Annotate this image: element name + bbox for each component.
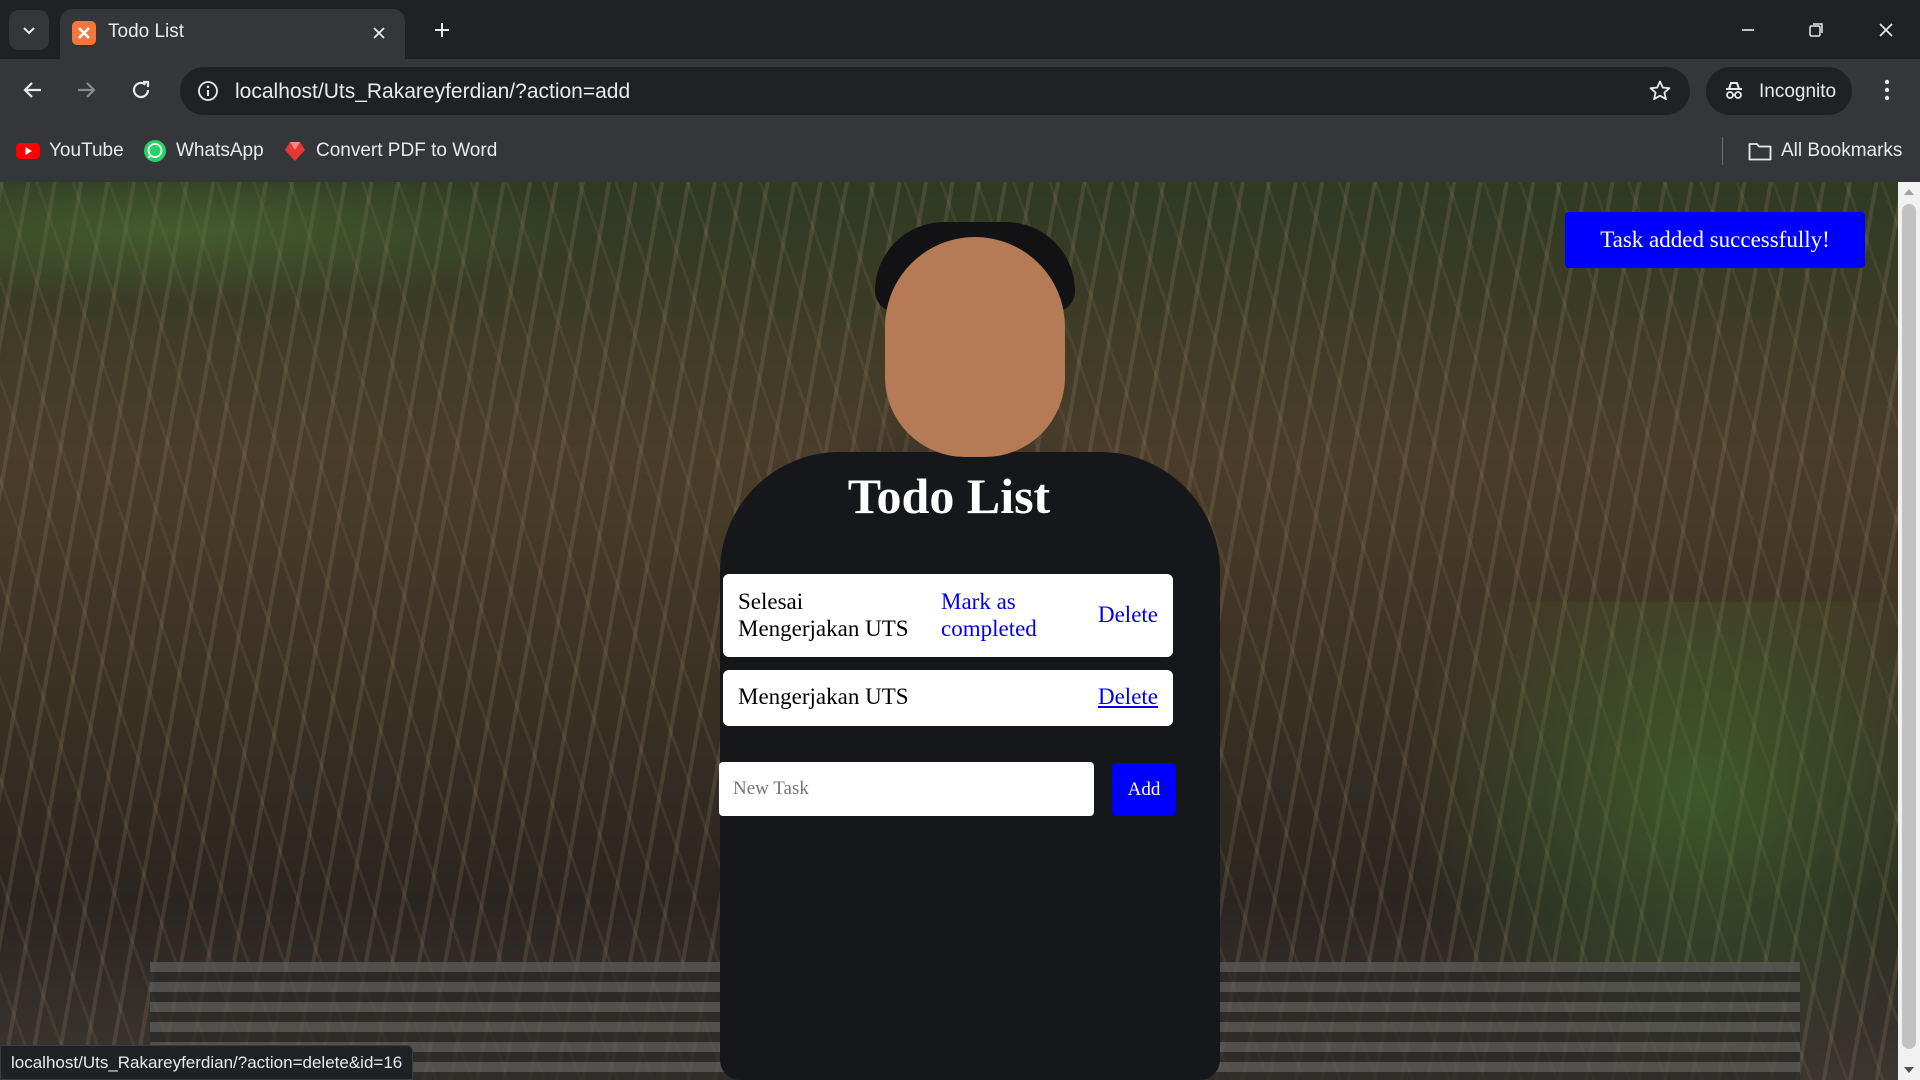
page-title: Todo List <box>847 468 1051 524</box>
browser-menu-button[interactable] <box>1867 69 1907 111</box>
mark-completed-link[interactable]: Mark as completed <box>941 588 1037 642</box>
bookmark-convert-pdf[interactable]: Convert PDF to Word <box>283 137 497 165</box>
close-window-button[interactable] <box>1858 8 1914 52</box>
xampp-icon <box>72 21 96 45</box>
tab-title: Todo List <box>108 21 185 42</box>
task-text-line: Selesai <box>738 589 804 614</box>
scroll-up-icon[interactable] <box>1898 182 1920 202</box>
link-status-bubble: localhost/Uts_Rakareyferdian/?action=del… <box>0 1045 414 1080</box>
restore-button[interactable] <box>1788 8 1844 52</box>
task-text-line: Mengerjakan UTS <box>738 616 909 641</box>
chevron-down-icon <box>23 27 35 35</box>
incognito-indicator[interactable]: Incognito <box>1706 67 1852 115</box>
new-task-input[interactable] <box>719 762 1094 816</box>
task-text: Selesai Mengerjakan UTS <box>738 588 909 642</box>
forward-button[interactable] <box>65 69 107 111</box>
bookmarks-bar: YouTube WhatsApp Convert PDF to Word All… <box>0 121 1920 183</box>
delete-link[interactable]: Delete <box>1098 684 1158 710</box>
tab-strip: Todo List <box>0 0 1920 59</box>
scrollbar-thumb[interactable] <box>1902 204 1916 1049</box>
todo-item: Mengerjakan UTS Delete <box>723 670 1173 726</box>
todo-item: Selesai Mengerjakan UTS Mark as complete… <box>723 574 1173 657</box>
folder-icon <box>1748 139 1772 163</box>
success-toast: Task added successfully! <box>1565 212 1865 268</box>
bookmark-label: Convert PDF to Word <box>316 140 498 161</box>
site-info-icon[interactable] <box>194 77 222 105</box>
bookmark-label: YouTube <box>49 140 124 161</box>
bookmark-star-icon[interactable] <box>1646 77 1674 105</box>
address-url: localhost/Uts_Rakareyferdian/?action=add <box>235 80 631 103</box>
youtube-icon <box>16 139 40 163</box>
plus-icon <box>435 23 449 37</box>
task-text: Mengerjakan UTS <box>738 684 909 709</box>
scroll-down-icon[interactable] <box>1898 1060 1920 1080</box>
mark-link-line: Mark as <box>941 589 1016 614</box>
reload-icon <box>132 80 150 99</box>
page-viewport: Task added successfully! Todo List Seles… <box>0 182 1898 1080</box>
pdf-icon <box>283 139 307 163</box>
bookmark-label: WhatsApp <box>176 140 264 161</box>
all-bookmarks-label: All Bookmarks <box>1781 140 1903 161</box>
background-person-head <box>885 237 1065 457</box>
whatsapp-icon <box>143 139 167 163</box>
arrow-right-icon <box>78 82 96 98</box>
reload-button[interactable] <box>120 69 162 111</box>
minimize-button[interactable] <box>1720 8 1776 52</box>
address-bar[interactable]: localhost/Uts_Rakareyferdian/?action=add <box>180 67 1690 115</box>
bookmark-youtube[interactable]: YouTube <box>16 137 124 165</box>
arrow-left-icon <box>23 82 41 98</box>
page-scrollbar[interactable] <box>1898 182 1920 1080</box>
all-bookmarks-button[interactable]: All Bookmarks <box>1748 137 1902 165</box>
browser-tab[interactable]: Todo List <box>60 9 405 59</box>
delete-link[interactable]: Delete <box>1098 602 1158 628</box>
close-icon <box>1879 23 1893 37</box>
restore-icon <box>1809 23 1823 37</box>
minimize-icon <box>1742 29 1754 31</box>
add-task-button[interactable]: Add <box>1112 763 1176 816</box>
tab-search-button[interactable] <box>9 10 49 50</box>
background-photo <box>0 182 600 302</box>
bookmarks-divider <box>1722 137 1723 165</box>
close-tab-icon[interactable] <box>367 21 391 45</box>
mark-link-line: completed <box>941 616 1037 641</box>
bookmark-whatsapp[interactable]: WhatsApp <box>143 137 264 165</box>
incognito-label: Incognito <box>1759 81 1837 102</box>
back-button[interactable] <box>12 69 54 111</box>
incognito-icon <box>1722 79 1746 103</box>
kebab-menu-icon <box>1884 79 1890 101</box>
new-tab-button[interactable] <box>424 12 460 48</box>
browser-toolbar: localhost/Uts_Rakareyferdian/?action=add… <box>0 59 1920 121</box>
